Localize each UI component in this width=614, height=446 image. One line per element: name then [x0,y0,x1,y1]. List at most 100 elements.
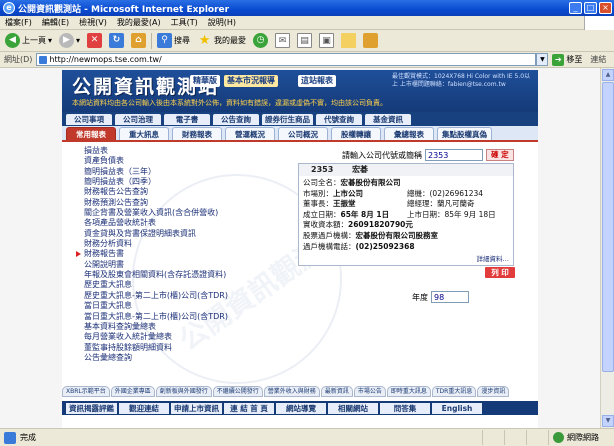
quick-link[interactable]: 即時重大訊息 [386,386,431,397]
links-label[interactable]: 連結 [590,54,606,65]
forward-button[interactable]: ▶ ▾ [57,31,82,51]
quick-link[interactable]: 營業外收入與財務 [263,386,320,397]
report-menu-item[interactable]: 各項產品營收統計表 [84,218,284,228]
scroll-up-icon[interactable]: ▲ [602,69,614,81]
footer-link[interactable]: 相關網站 [328,402,378,414]
footer-link[interactable]: 網站導覽 [276,402,326,414]
tab-derivatives[interactable]: 證券衍生商品 [262,113,313,125]
tag-essence[interactable]: 精華版 [190,75,220,87]
history-button[interactable]: ◷ [251,31,270,51]
report-menu-item[interactable]: 當日重大訊息-第二上市(櫃)公司(含TDR) [84,312,284,322]
tab-equity-transfer[interactable]: 股權轉讓 [331,127,381,140]
mail-button[interactable]: ✉ [273,31,292,51]
report-menu-item[interactable]: 資產負債表 [84,156,284,166]
vertical-scrollbar[interactable]: ▲ ▼ [600,68,614,428]
quick-link[interactable]: 不繼續公開發行 [212,386,263,397]
menu-edit[interactable]: 編輯(E) [37,17,74,28]
quick-link[interactable]: 外國企業專區 [110,386,155,397]
quick-link[interactable]: 創新板與外國發行 [155,386,212,397]
menu-view[interactable]: 檢視(V) [74,17,112,28]
tab-company-matters[interactable]: 公司事項 [66,113,112,125]
maximize-button[interactable]: □ [584,2,597,14]
favorites-button[interactable]: ★ 我的最愛 [195,31,248,51]
report-menu-item[interactable]: 損益表 [84,146,284,156]
company-code-input[interactable] [425,149,483,161]
close-button[interactable]: × [599,2,612,14]
report-menu-item[interactable]: 財務分析資料 [84,239,284,249]
report-menu-item[interactable]: 資金貸與及背書保證明細表資訊 [84,229,284,239]
report-menu-item[interactable]: 歷史重大訊息 [84,280,284,290]
edit-button[interactable]: ▣ [317,31,336,51]
tab-stock-authenticity[interactable]: 集點股權真偽 [437,127,492,140]
quick-link[interactable]: XBRL示範平台 [62,386,110,397]
forward-dropdown-icon[interactable]: ▾ [76,36,80,45]
report-menu-item[interactable]: 簡明損益表（四季） [84,177,284,187]
menu-help[interactable]: 說明(H) [203,17,241,28]
tab-operations[interactable]: 營運概況 [225,127,275,140]
messenger-button[interactable] [361,31,380,51]
quick-link[interactable]: 市場公告 [353,386,386,397]
footer-link[interactable]: 觀迎連結 [119,402,169,414]
report-menu-item[interactable]: 每月營業收入統計彙總表 [84,332,284,342]
minimize-button[interactable]: _ [569,2,582,14]
report-menu-item[interactable]: 公開說明書 [84,260,284,270]
scroll-down-icon[interactable]: ▼ [602,415,614,427]
detail-link[interactable]: 詳細資料… [477,253,510,263]
quick-link[interactable]: 漫步資訊 [477,386,510,397]
tab-summary-reports[interactable]: 彙總報表 [384,127,434,140]
report-menu-item[interactable]: 年報及股東會相關資料(含存託憑證資料) [84,270,284,280]
confirm-button[interactable]: 確 定 [486,149,514,161]
search-button[interactable]: ⚲ 搜尋 [155,31,192,51]
tag-market[interactable]: 基本市況報導 [224,75,278,87]
tab-governance[interactable]: 公司治理 [115,113,161,125]
footer-link[interactable]: English [432,402,482,414]
report-menu-item[interactable]: 歷史重大訊息-第二上市(櫃)公司(含TDR) [84,291,284,301]
tab-common-reports[interactable]: 常用報表 [66,127,116,140]
footer-link[interactable]: 資訊揭露評鑑 [66,402,117,414]
report-menu-item[interactable]: 公告彙總查詢 [84,353,284,363]
menu-tools[interactable]: 工具(T) [166,17,203,28]
quick-link[interactable]: TDR重大訊息 [431,386,477,397]
report-menu-item[interactable]: 當日重大訊息 [84,301,284,311]
address-input[interactable]: http://newmops.tse.com.tw/ [36,53,537,66]
footer-link[interactable]: 申請上市資訊 [171,402,222,414]
security-zone: 網際網路 [548,430,614,445]
back-dropdown-icon[interactable]: ▾ [48,36,52,45]
back-button[interactable]: ◀ 上一頁 ▾ [3,31,54,51]
report-menu-item[interactable]: 財務預測公告查詢 [84,198,284,208]
tab-code-query[interactable]: 代號查詢 [316,113,362,125]
quick-link[interactable]: 最新資訊 [320,386,353,397]
tab-financial-statements[interactable]: 財務報表 [172,127,222,140]
tag-reports[interactable]: 這站報表 [298,75,336,87]
tab-ebook[interactable]: 電子書 [164,113,210,125]
edit-icon: ▣ [319,33,335,48]
company-field-value: (02)25092368 [355,241,415,251]
menu-file[interactable]: 檔案(F) [0,17,37,28]
tab-major-news[interactable]: 重大訊息 [119,127,169,140]
report-menu-item[interactable]: 關企背書及營業收入資訊(含合併營收) [84,208,284,218]
tab-company-overview[interactable]: 公司概況 [278,127,328,140]
report-menu-item[interactable]: 簡明損益表（三年） [84,167,284,177]
year-input[interactable] [431,291,469,303]
go-button[interactable]: ➔ 移至 [552,53,582,66]
tab-fund-info[interactable]: 基金資訊 [365,113,411,125]
home-button[interactable]: ⌂ [129,31,148,51]
footer-link[interactable]: 問答集 [380,402,430,414]
folder-button[interactable] [339,31,358,51]
tab-announcement-query[interactable]: 公告查詢 [213,113,259,125]
scroll-thumb[interactable] [602,82,614,372]
footer-nav: 資訊揭露評鑑 觀迎連結 申請上市資訊連 結 首 頁網站導覽 相關網站 問答集 Englis… [62,401,538,415]
query-label: 請輸入公司代號或簡稱 [342,150,422,160]
window-title-bar[interactable]: e 公開資訊觀測站 - Microsoft Internet Explorer … [0,0,614,16]
report-menu-item[interactable]: 財務報告書 [76,249,284,259]
address-dropdown-icon[interactable]: ▼ [536,53,549,66]
footer-link[interactable]: 連 結 首 頁 [224,402,274,414]
report-menu-item[interactable]: 財務報告公告查詢 [84,187,284,197]
print-button[interactable]: 列 印 [485,267,515,278]
menu-favorites[interactable]: 我的最愛(A) [112,17,166,28]
print-toolbar-button[interactable]: ▤ [295,31,314,51]
refresh-button[interactable]: ↻ [107,31,126,51]
stop-button[interactable]: ✕ [85,31,104,51]
report-menu-item[interactable]: 基本資料查詢彙總表 [84,322,284,332]
report-menu-item[interactable]: 董監事持股餘額明細資料 [84,343,284,353]
